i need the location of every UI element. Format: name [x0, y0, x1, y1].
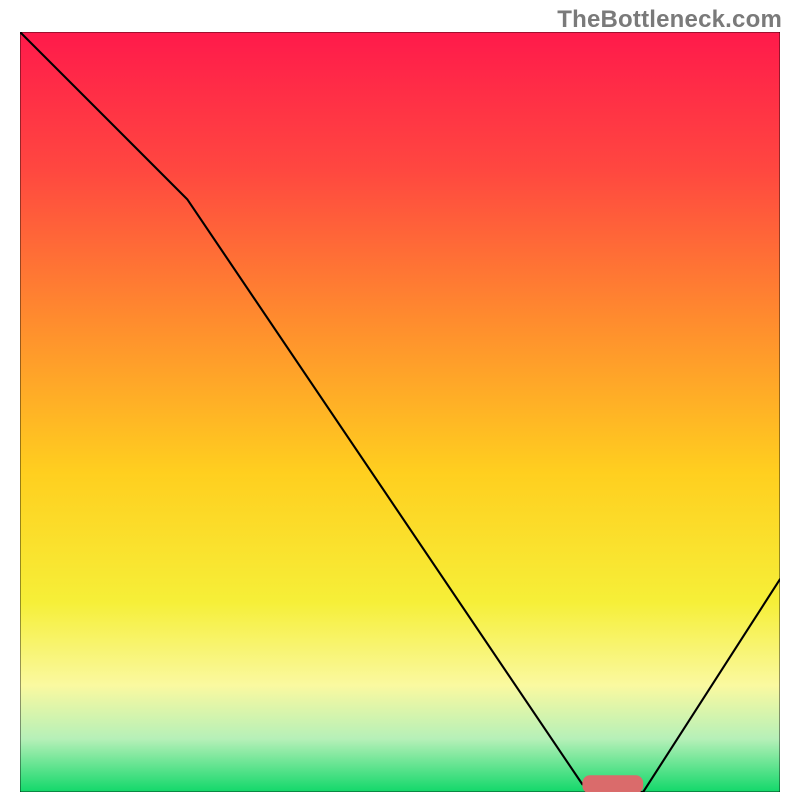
watermark-text: TheBottleneck.com [557, 6, 782, 34]
chart-frame: TheBottleneck.com [0, 0, 800, 800]
minimum-marker [582, 775, 643, 792]
chart-svg [20, 32, 780, 792]
plot-area [20, 32, 780, 792]
